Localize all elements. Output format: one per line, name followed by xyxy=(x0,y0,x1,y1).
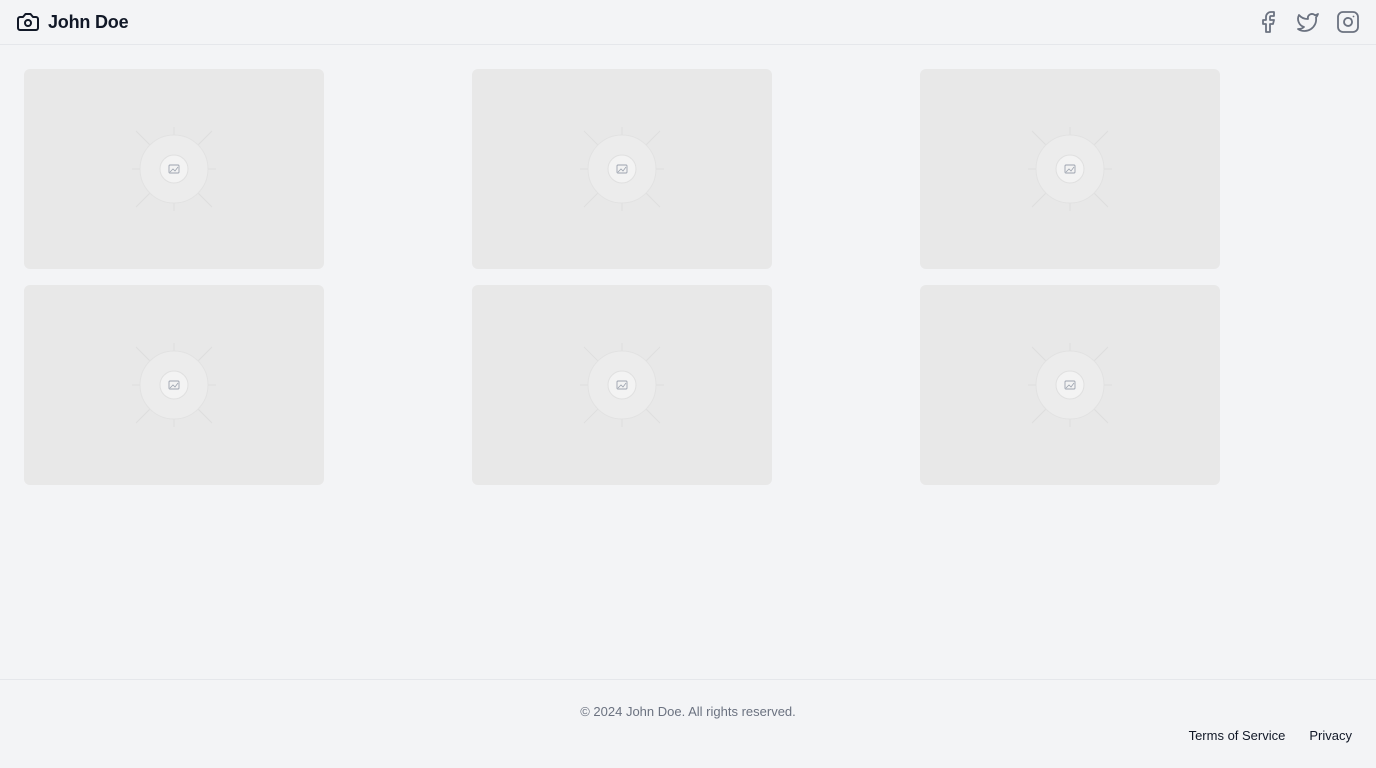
gallery-card[interactable] xyxy=(24,285,324,485)
camera-icon xyxy=(16,10,40,34)
site-header: John Doe xyxy=(0,0,1376,45)
gallery-card[interactable] xyxy=(472,69,772,269)
image-placeholder-icon xyxy=(572,119,672,219)
twitter-icon[interactable] xyxy=(1296,10,1320,34)
instagram-icon[interactable] xyxy=(1336,10,1360,34)
brand-name: John Doe xyxy=(48,11,129,32)
facebook-icon[interactable] xyxy=(1256,10,1280,34)
gallery-card[interactable] xyxy=(920,285,1220,485)
gallery-card[interactable] xyxy=(920,69,1220,269)
site-footer: © 2024 John Doe. All rights reserved. Te… xyxy=(0,679,1376,768)
image-placeholder-icon xyxy=(1020,335,1120,435)
terms-of-service-link[interactable]: Terms of Service xyxy=(1189,728,1286,743)
gallery-card[interactable] xyxy=(472,285,772,485)
gallery-card[interactable] xyxy=(24,69,324,269)
copyright-text: © 2024 John Doe. All rights reserved. xyxy=(580,704,796,719)
image-placeholder-icon xyxy=(124,119,224,219)
footer-links: Terms of Service Privacy xyxy=(1189,728,1352,743)
privacy-link[interactable]: Privacy xyxy=(1309,728,1352,743)
gallery-grid xyxy=(24,69,1220,485)
image-placeholder-icon xyxy=(572,335,672,435)
brand[interactable]: John Doe xyxy=(16,10,129,34)
image-placeholder-icon xyxy=(1020,119,1120,219)
image-placeholder-icon xyxy=(124,335,224,435)
social-links xyxy=(1256,10,1360,34)
